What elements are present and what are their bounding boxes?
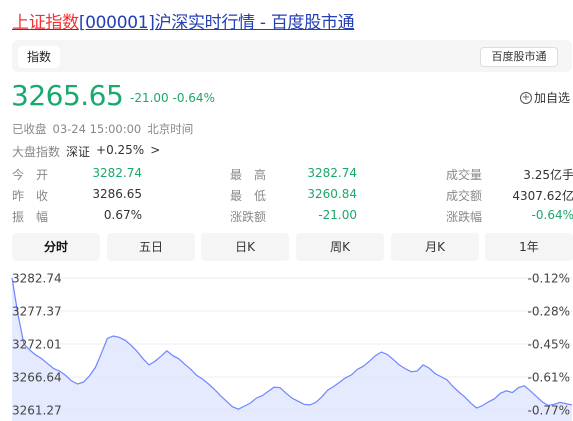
stat-label: 涨跌额: [230, 210, 267, 224]
stat-value: 3282.74: [307, 166, 357, 180]
chevron-right-icon: >: [150, 143, 161, 157]
source-button[interactable]: 百度股市通: [480, 47, 558, 67]
stat-value: 3282.74: [92, 166, 142, 180]
y-tick-label: 3282.74: [12, 272, 62, 286]
market-label: 大盘指数: [12, 145, 61, 159]
period-tab[interactable]: 分时: [12, 233, 100, 261]
stat-label: 涨跌幅: [446, 210, 483, 224]
market-name: 深证: [66, 145, 91, 159]
stat-value: 3260.84: [307, 187, 357, 201]
stat-label: 昨 收: [12, 189, 49, 203]
pct-tick-label: -0.77%: [528, 404, 570, 418]
y-tick-label: 3266.64: [12, 371, 62, 385]
plus-circle-icon: +: [520, 91, 532, 104]
add-watchlist-button[interactable]: + 加自选: [520, 89, 570, 106]
change-percent: -0.64%: [172, 91, 215, 105]
stat-value: 3286.65: [92, 187, 142, 201]
y-tick-label: 3277.37: [12, 305, 62, 319]
stat-label: 成交额: [446, 189, 483, 203]
y-tick-label: 3272.01: [12, 338, 62, 352]
status-time: 03-24 15:00:00: [52, 122, 142, 136]
title-rest: [000001]沪深实时行情 - 百度股市通: [78, 13, 355, 33]
current-price: 3265.65: [11, 79, 124, 112]
pct-tick-label: -0.45%: [528, 338, 570, 352]
period-tab[interactable]: 日K: [201, 233, 289, 261]
index-name: 上证指数: [12, 13, 79, 33]
y-tick-label: 3261.27: [12, 404, 62, 418]
stat-value: -0.64%: [531, 208, 573, 222]
stat-label: 最 低: [230, 189, 267, 203]
stat-value: 0.67%: [103, 208, 142, 222]
period-tab[interactable]: 1年: [485, 233, 573, 261]
pct-tick-label: -0.61%: [528, 371, 570, 385]
market-status: 已收盘 03-24 15:00:00 北京时间: [12, 121, 193, 137]
change-amount: -21.00: [130, 91, 169, 105]
page-title-link[interactable]: 上证指数[000001]沪深实时行情 - 百度股市通: [12, 8, 355, 33]
stat-label: 最 高: [230, 168, 267, 182]
pct-tick-label: -0.28%: [528, 305, 570, 319]
stat-value: 3.25亿手: [523, 168, 573, 182]
stat-label: 成交量: [446, 168, 483, 182]
tab-index[interactable]: 指数: [18, 46, 60, 68]
add-watchlist-label: 加自选: [534, 91, 571, 105]
stat-label: 今 开: [12, 168, 49, 182]
period-tab[interactable]: 周K: [296, 233, 384, 261]
period-tab[interactable]: 五日: [107, 233, 195, 261]
stat-value: 4307.62亿: [512, 189, 573, 203]
price-area: [12, 278, 572, 421]
intraday-chart[interactable]: 3282.74 3277.37 3272.01 3266.64 3261.27 -0.12…: [0, 268, 573, 421]
market-change: +0.25%: [96, 143, 145, 157]
period-tab[interactable]: 月K: [391, 233, 479, 261]
status-label: 已收盘: [12, 122, 47, 136]
stat-label: 振 幅: [12, 210, 49, 224]
market-index-link[interactable]: 大盘指数 深证 +0.25% >: [12, 143, 160, 160]
status-timezone: 北京时间: [147, 122, 194, 136]
pct-tick-label: -0.12%: [528, 272, 570, 286]
price-change: -21.00 -0.64%: [130, 91, 215, 105]
stat-value: -21.00: [318, 208, 357, 222]
